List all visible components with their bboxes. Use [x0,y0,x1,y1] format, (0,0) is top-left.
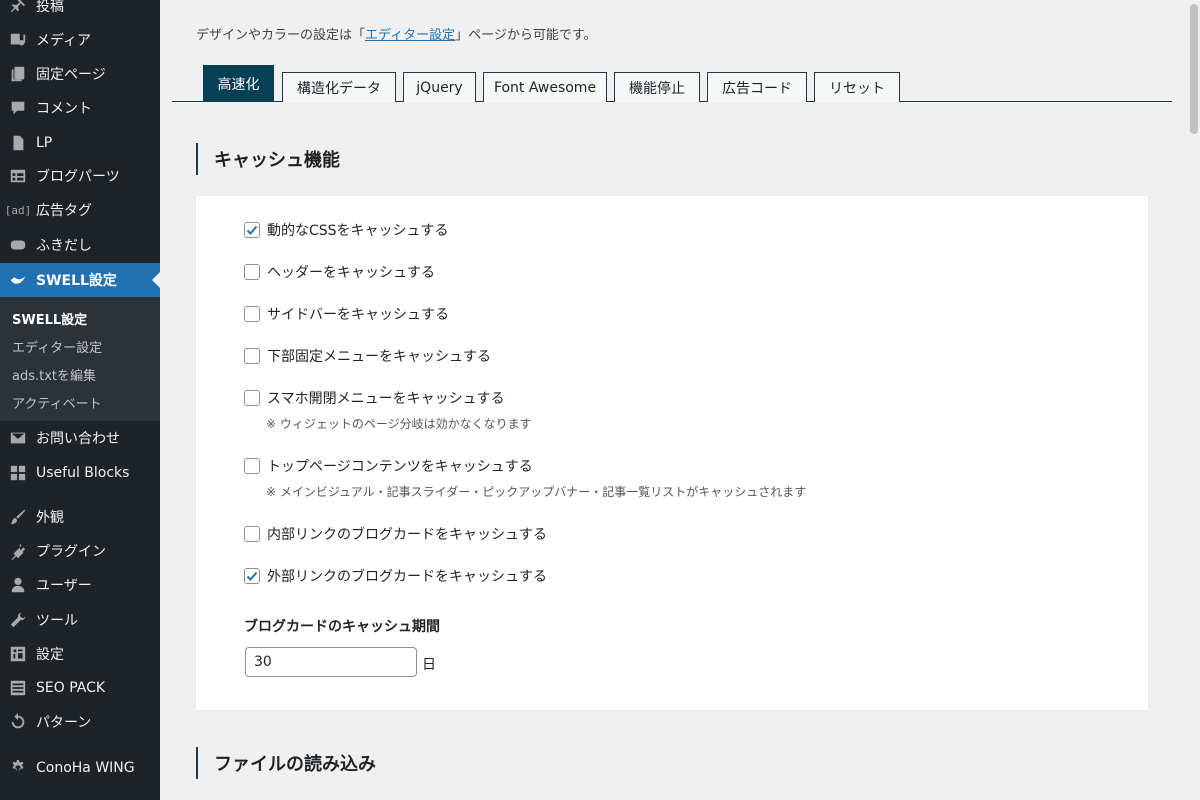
checkbox[interactable] [244,264,260,280]
menu-item-swell-settings[interactable]: SWELL設定 [0,263,160,297]
menu-item-conoha-wing[interactable]: ConoHa WING [0,751,160,785]
tab-speed[interactable]: 高速化 [203,65,274,102]
media-icon [0,31,36,49]
section-title-cache: キャッシュ機能 [196,143,340,175]
checkbox[interactable] [244,348,260,364]
option-cache-header[interactable]: ヘッダーをキャッシュする [244,262,435,282]
undo-icon [0,713,36,731]
option-cache-dynamic-css[interactable]: 動的なCSSをキャッシュする [244,220,449,240]
editor-settings-link[interactable]: エディター設定 [365,28,455,43]
page-icon [0,65,36,83]
tab-font-awesome[interactable]: Font Awesome [483,72,607,102]
submenu-item-ads-txt[interactable]: ads.txtを編集 [0,360,160,388]
grid-icon [0,464,36,482]
menu-item-comments[interactable]: コメント [0,91,160,125]
menu-item-pages[interactable]: 固定ページ [0,57,160,91]
submenu-item-editor-settings[interactable]: エディター設定 [0,332,160,360]
option-cache-sidebar[interactable]: サイドバーをキャッシュする [244,304,449,324]
menu-item-useful-blocks[interactable]: Useful Blocks [0,456,160,490]
admin-sidebar: 投稿 メディア 固定ページ コメント LP ブログパーツ [ad] 広告タグ ふ… [0,0,160,800]
option-cache-top-content[interactable]: トップページコンテンツをキャッシュする [244,456,533,476]
settings-tabs: 高速化 構造化データ jQuery Font Awesome 機能停止 広告コー… [172,64,1172,102]
intro-text: デザインやカラーの設定は「エディター設定」ページから可能です。 [196,28,597,43]
page-scrollbar[interactable] [1188,0,1200,800]
tab-jquery[interactable]: jQuery [403,72,476,102]
menu-item-media[interactable]: メディア [0,23,160,57]
brush-icon [0,508,36,526]
cache-settings-card: 動的なCSSをキャッシュする ヘッダーをキャッシュする サイドバーをキャッシュす… [196,196,1148,710]
option-cache-bottom-menu[interactable]: 下部固定メニューをキャッシュする [244,346,491,366]
wrench-icon [0,611,36,629]
menu-item-tools[interactable]: ツール [0,603,160,637]
tab-ad-code[interactable]: 広告コード [707,72,807,102]
menu-item-contact[interactable]: お問い合わせ [0,421,160,455]
gear-icon [0,759,36,777]
checkbox-checked[interactable] [244,568,260,584]
submenu-item-swell-settings[interactable]: SWELL設定 [0,304,160,332]
speech-bubble-icon [0,236,36,254]
swell-submenu: SWELL設定 エディター設定 ads.txtを編集 アクティベート [0,297,160,421]
blogcard-cache-period-input[interactable] [245,647,417,677]
checkbox[interactable] [244,306,260,322]
pin-icon [0,0,36,15]
checkbox[interactable] [244,390,260,406]
menu-item-blog-parts[interactable]: ブログパーツ [0,159,160,193]
swell-icon [0,271,36,289]
tab-structured-data[interactable]: 構造化データ [282,72,396,102]
menu-item-plugins[interactable]: プラグイン [0,534,160,568]
menu-item-settings[interactable]: 設定 [0,637,160,671]
option-cache-external-blogcard[interactable]: 外部リンクのブログカードをキャッシュする [244,566,547,586]
table-icon [0,167,36,185]
menu-item-users[interactable]: ユーザー [0,568,160,602]
option-cache-sp-menu[interactable]: スマホ開閉メニューをキャッシュする [244,388,505,408]
scrollbar-thumb[interactable] [1190,4,1198,134]
document-icon [0,134,36,152]
option-cache-internal-blogcard[interactable]: 内部リンクのブログカードをキャッシュする [244,524,547,544]
checkbox[interactable] [244,458,260,474]
settings-icon [0,645,36,663]
menu-item-posts[interactable]: 投稿 [0,0,160,23]
checkbox[interactable] [244,526,260,542]
menu-item-lp[interactable]: LP [0,126,160,160]
submenu-item-activate[interactable]: アクティベート [0,388,160,416]
ad-icon: [ad] [4,203,32,217]
note-top-content: ※ メインビジュアル・記事スライダー・ピックアップバナー・記事一覧リストがキャッ… [266,485,807,499]
period-unit: 日 [422,657,436,673]
menu-item-balloon[interactable]: ふきだし [0,228,160,262]
mail-icon [0,429,36,447]
menu-item-patterns[interactable]: パターン [0,705,160,739]
comment-icon [0,99,36,117]
checkmark-icon [246,225,258,235]
menu-item-appearance[interactable]: 外観 [0,500,160,534]
plugin-icon [0,542,36,560]
checkbox-checked[interactable] [244,222,260,238]
tab-disable-features[interactable]: 機能停止 [614,72,700,102]
note-sp-menu: ※ ウィジェットのページ分岐は効かなくなります [266,417,532,431]
menu-item-ad-tags[interactable]: [ad] 広告タグ [0,193,160,227]
main-content: デザインやカラーの設定は「エディター設定」ページから可能です。 高速化 構造化デ… [160,0,1188,800]
menu-item-seo-pack[interactable]: SEO PACK [0,671,160,705]
list-icon [0,679,36,697]
checkmark-icon [246,571,258,581]
blogcard-cache-period-label: ブログカードのキャッシュ期間 [244,619,440,635]
tab-reset[interactable]: リセット [814,72,900,102]
section-title-file-loading: ファイルの読み込み [196,747,376,779]
user-icon [0,576,36,594]
active-indicator [152,272,160,288]
